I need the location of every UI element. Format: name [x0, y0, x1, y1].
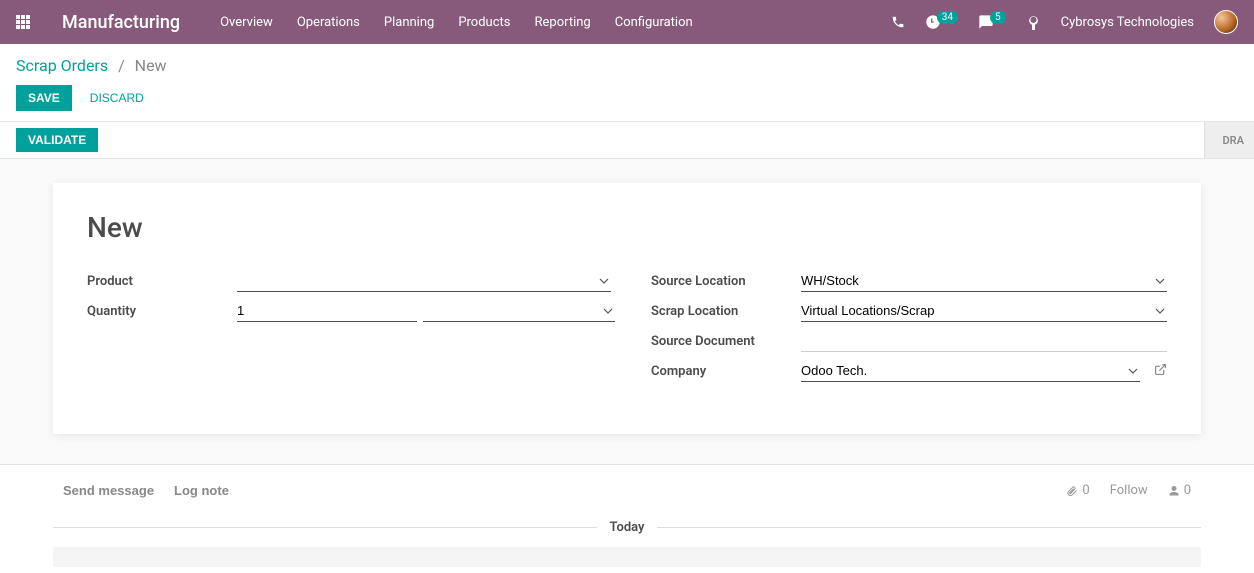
- source-location-label: Source Location: [651, 270, 801, 289]
- source-document-field[interactable]: [801, 330, 1167, 352]
- status-draft[interactable]: DRA: [1204, 122, 1254, 158]
- message-item: [53, 547, 1201, 567]
- menu-overview[interactable]: Overview: [220, 15, 273, 30]
- followers-button[interactable]: 0: [1168, 483, 1191, 498]
- action-bar: Save Discard: [0, 85, 1254, 121]
- phone-icon[interactable]: [891, 15, 905, 29]
- status-bar: Validate DRA: [0, 121, 1254, 159]
- attachments-count: 0: [1082, 483, 1089, 498]
- quantity-label: Quantity: [87, 300, 237, 319]
- chatter: Send message Log note 0 Follow 0 Today: [53, 465, 1201, 567]
- tools-icon[interactable]: [1026, 15, 1041, 30]
- form-background: New Product Quantity: [0, 159, 1254, 465]
- discard-button[interactable]: Discard: [90, 91, 144, 105]
- form-right-column: Source Location Scrap Location: [651, 270, 1167, 390]
- log-note-button[interactable]: Log note: [174, 483, 229, 498]
- company-label: Company: [651, 360, 801, 379]
- product-field[interactable]: [237, 270, 611, 292]
- page-title: New: [87, 211, 1167, 244]
- follow-button[interactable]: Follow: [1110, 483, 1148, 498]
- chatter-divider: Today: [53, 520, 1201, 535]
- menu-planning[interactable]: Planning: [384, 15, 434, 30]
- breadcrumb: Scrap Orders / New: [0, 44, 1254, 85]
- navbar: Manufacturing Overview Operations Planni…: [0, 0, 1254, 44]
- activities-badge: 34: [937, 11, 958, 24]
- send-message-button[interactable]: Send message: [63, 483, 154, 498]
- apps-icon[interactable]: [16, 15, 34, 29]
- company-name[interactable]: Cybrosys Technologies: [1061, 15, 1194, 30]
- followers-count: 0: [1184, 483, 1191, 498]
- external-link-icon[interactable]: [1154, 363, 1167, 380]
- form-left-column: Product Quantity: [87, 270, 611, 390]
- breadcrumb-root[interactable]: Scrap Orders: [16, 56, 108, 75]
- validate-button[interactable]: Validate: [16, 128, 98, 152]
- save-button[interactable]: Save: [16, 85, 72, 111]
- scrap-location-field[interactable]: [801, 300, 1167, 322]
- messages-button[interactable]: 5: [978, 14, 1006, 30]
- source-location-field[interactable]: [801, 270, 1167, 292]
- breadcrumb-current: New: [135, 56, 167, 75]
- attachments-button[interactable]: 0: [1066, 483, 1089, 498]
- messages-badge: 5: [990, 11, 1006, 24]
- quantity-field[interactable]: [237, 300, 417, 322]
- activities-button[interactable]: 34: [925, 14, 958, 30]
- user-avatar[interactable]: [1214, 10, 1238, 34]
- uom-field[interactable]: [423, 300, 615, 322]
- menu-reporting[interactable]: Reporting: [535, 15, 591, 30]
- navbar-right: 34 5 Cybrosys Technologies: [891, 10, 1238, 34]
- menu-operations[interactable]: Operations: [297, 15, 360, 30]
- main-menu: Overview Operations Planning Products Re…: [220, 15, 891, 30]
- source-document-label: Source Document: [651, 330, 801, 349]
- app-brand[interactable]: Manufacturing: [62, 12, 180, 33]
- menu-configuration[interactable]: Configuration: [615, 15, 693, 30]
- today-label: Today: [597, 520, 656, 535]
- menu-products[interactable]: Products: [458, 15, 510, 30]
- scrap-location-label: Scrap Location: [651, 300, 801, 319]
- company-field[interactable]: [801, 360, 1140, 382]
- form-sheet: New Product Quantity: [53, 183, 1201, 434]
- product-label: Product: [87, 270, 237, 289]
- breadcrumb-separator: /: [118, 56, 125, 75]
